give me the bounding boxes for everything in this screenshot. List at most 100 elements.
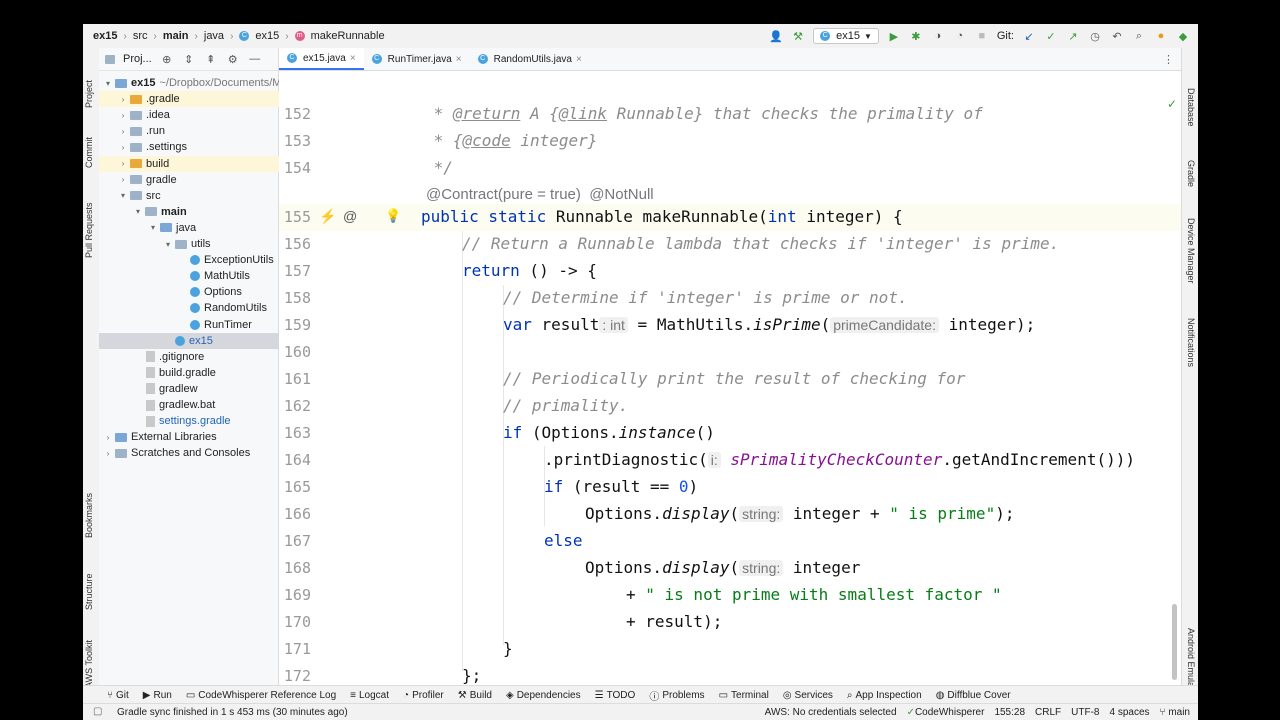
close-icon[interactable]: ×: [456, 54, 462, 65]
tree-item[interactable]: › gradle: [99, 172, 297, 188]
tab-ex15[interactable]: Cex15.java ×: [279, 48, 364, 70]
breadcrumb-item[interactable]: ex15: [255, 30, 279, 42]
tab-randomutils[interactable]: C RandomUtils.java ×: [470, 48, 590, 70]
breadcrumb-item[interactable]: src: [133, 30, 148, 42]
expand-arrow-icon[interactable]: ›: [103, 433, 113, 442]
coverage-icon[interactable]: ◔: [953, 30, 967, 42]
run-config-select[interactable]: Cex15 ▼: [813, 28, 879, 44]
expand-all-icon[interactable]: ⇕: [182, 53, 196, 66]
tree-item-label: .idea: [146, 109, 170, 122]
more-icon[interactable]: ⋮: [1163, 53, 1182, 66]
aws-status[interactable]: AWS: No credentials selected: [765, 707, 897, 718]
file-encoding[interactable]: UTF-8: [1071, 707, 1099, 718]
git-push-icon[interactable]: ↗: [1066, 30, 1080, 43]
tool-git[interactable]: ⑂ Git: [107, 690, 129, 701]
rollback-icon[interactable]: ↶: [1110, 30, 1124, 43]
close-icon[interactable]: ×: [350, 53, 356, 64]
gear-icon[interactable]: ⚙: [226, 53, 240, 66]
breadcrumb-item[interactable]: makeRunnable: [311, 30, 385, 42]
target-icon[interactable]: ⊕: [160, 53, 174, 66]
tool-commit[interactable]: Commit: [84, 137, 94, 168]
class-icon: C: [371, 54, 382, 64]
breadcrumb-item[interactable]: ex15: [93, 30, 117, 42]
expand-arrow-icon[interactable]: ▾: [133, 207, 143, 216]
debug-icon[interactable]: ✱: [909, 30, 923, 43]
tool-dependencies[interactable]: ◈ Dependencies: [506, 690, 581, 701]
tool-notifications[interactable]: Notifications: [1186, 318, 1196, 367]
user-icon[interactable]: 👤: [769, 30, 783, 43]
hammer-icon[interactable]: ⚒: [791, 30, 805, 43]
expand-arrow-icon[interactable]: ›: [118, 127, 128, 136]
tool-database[interactable]: Database: [1186, 88, 1196, 127]
tool-project[interactable]: Project: [84, 80, 94, 108]
tree-item[interactable]: › .run: [99, 123, 297, 139]
tool-todo[interactable]: ☰ TODO: [595, 690, 636, 701]
editor-scrollbar[interactable]: [1172, 604, 1177, 680]
expand-arrow-icon[interactable]: ›: [118, 111, 128, 120]
breadcrumb-item[interactable]: java: [204, 30, 224, 42]
status-message[interactable]: Gradle sync finished in 1 s 453 ms (30 m…: [117, 707, 348, 718]
expand-arrow-icon[interactable]: ›: [118, 143, 128, 152]
codewhisperer-status[interactable]: ✓CodeWhisperer: [907, 707, 985, 718]
inspection-ok-icon[interactable]: ✓: [1167, 97, 1177, 111]
tab-runtimer[interactable]: C RunTimer.java ×: [364, 48, 470, 70]
expand-arrow-icon[interactable]: ▾: [163, 240, 173, 249]
caret-position[interactable]: 155:28: [994, 707, 1025, 718]
method-icon: m: [294, 31, 305, 41]
minimize-icon[interactable]: —: [248, 53, 262, 65]
profile-icon[interactable]: ◑: [931, 30, 945, 42]
expand-arrow-icon[interactable]: ›: [118, 175, 128, 184]
plugin-icon[interactable]: ◆: [1176, 30, 1190, 43]
tool-bookmarks[interactable]: Bookmarks: [84, 493, 94, 538]
expand-arrow-icon[interactable]: ›: [103, 449, 113, 458]
code-line-161: // Periodically print the result of chec…: [503, 369, 966, 388]
tool-app-inspection[interactable]: ⌕ App Inspection: [847, 690, 922, 701]
expand-arrow-icon[interactable]: ▾: [118, 191, 128, 200]
tool-pull-requests[interactable]: Pull Requests: [84, 202, 94, 258]
project-panel-title[interactable]: Proj...: [123, 53, 152, 65]
update-icon[interactable]: ●: [1154, 30, 1168, 42]
code-editor[interactable]: 152 153 154 155 156 157 158 159 160 161 …: [279, 71, 1182, 685]
contract-annotation-hint[interactable]: @Contract(pure = true) @NotNull: [426, 186, 654, 203]
tool-run[interactable]: ▶ Run: [143, 690, 172, 701]
expand-arrow-icon[interactable]: ›: [118, 95, 128, 104]
breadcrumb-item[interactable]: main: [163, 30, 189, 42]
history-icon[interactable]: ◷: [1088, 30, 1102, 43]
tool-structure[interactable]: Structure: [84, 573, 94, 610]
tree-item[interactable]: › External Libraries: [99, 429, 282, 445]
tool-aws-toolkit[interactable]: AWS Toolkit: [84, 640, 94, 688]
panel-toggle-icon[interactable]: ▢: [93, 706, 102, 717]
tool-build[interactable]: ⚒ Build: [458, 690, 492, 701]
tree-item[interactable]: ▾ src: [99, 188, 297, 204]
tree-item[interactable]: › Scratches and Consoles: [99, 445, 282, 461]
git-branch[interactable]: ⑂ main: [1160, 707, 1190, 718]
tool-terminal[interactable]: ▭ Terminal: [719, 690, 769, 701]
tree-item[interactable]: › build: [99, 155, 297, 172]
close-icon[interactable]: ×: [576, 54, 582, 65]
tree-item[interactable]: › .idea: [99, 107, 297, 123]
folder-icon: [130, 110, 142, 120]
tool-problems[interactable]: ⓘ Problems: [649, 688, 704, 703]
tree-item[interactable]: › .settings: [99, 139, 297, 155]
editor-tabs: Cex15.java × C RunTimer.java × C RandomUtils…: [279, 48, 1182, 71]
tool-codewhisperer-log[interactable]: ▭ CodeWhisperer Reference Log: [186, 690, 336, 701]
tool-services[interactable]: ◎ Services: [783, 690, 833, 701]
tree-item[interactable]: ▾ ex15 ~/Dropbox/Documents/M: [99, 75, 282, 91]
stop-icon[interactable]: ■: [975, 30, 989, 42]
tool-gradle[interactable]: Gradle: [1186, 160, 1196, 187]
collapse-all-icon[interactable]: ⇞: [204, 53, 218, 66]
tree-item[interactable]: › .gradle: [99, 91, 297, 108]
run-icon[interactable]: ▶: [887, 30, 901, 43]
expand-arrow-icon[interactable]: ▾: [103, 79, 113, 88]
tool-device-manager[interactable]: Device Manager: [1186, 218, 1196, 284]
tool-profiler[interactable]: ◔ Profiler: [403, 690, 444, 701]
expand-arrow-icon[interactable]: ▾: [148, 223, 158, 232]
search-icon[interactable]: ⌕: [1132, 30, 1146, 43]
line-separator[interactable]: CRLF: [1035, 707, 1061, 718]
git-commit-icon[interactable]: ✓: [1044, 30, 1058, 43]
expand-arrow-icon[interactable]: ›: [118, 159, 128, 168]
tool-logcat[interactable]: ≡ Logcat: [350, 690, 389, 701]
indent-setting[interactable]: 4 spaces: [1110, 707, 1150, 718]
git-update-icon[interactable]: ↙: [1022, 30, 1036, 43]
tool-diffblue-cover[interactable]: ◍ Diffblue Cover: [936, 690, 1011, 701]
